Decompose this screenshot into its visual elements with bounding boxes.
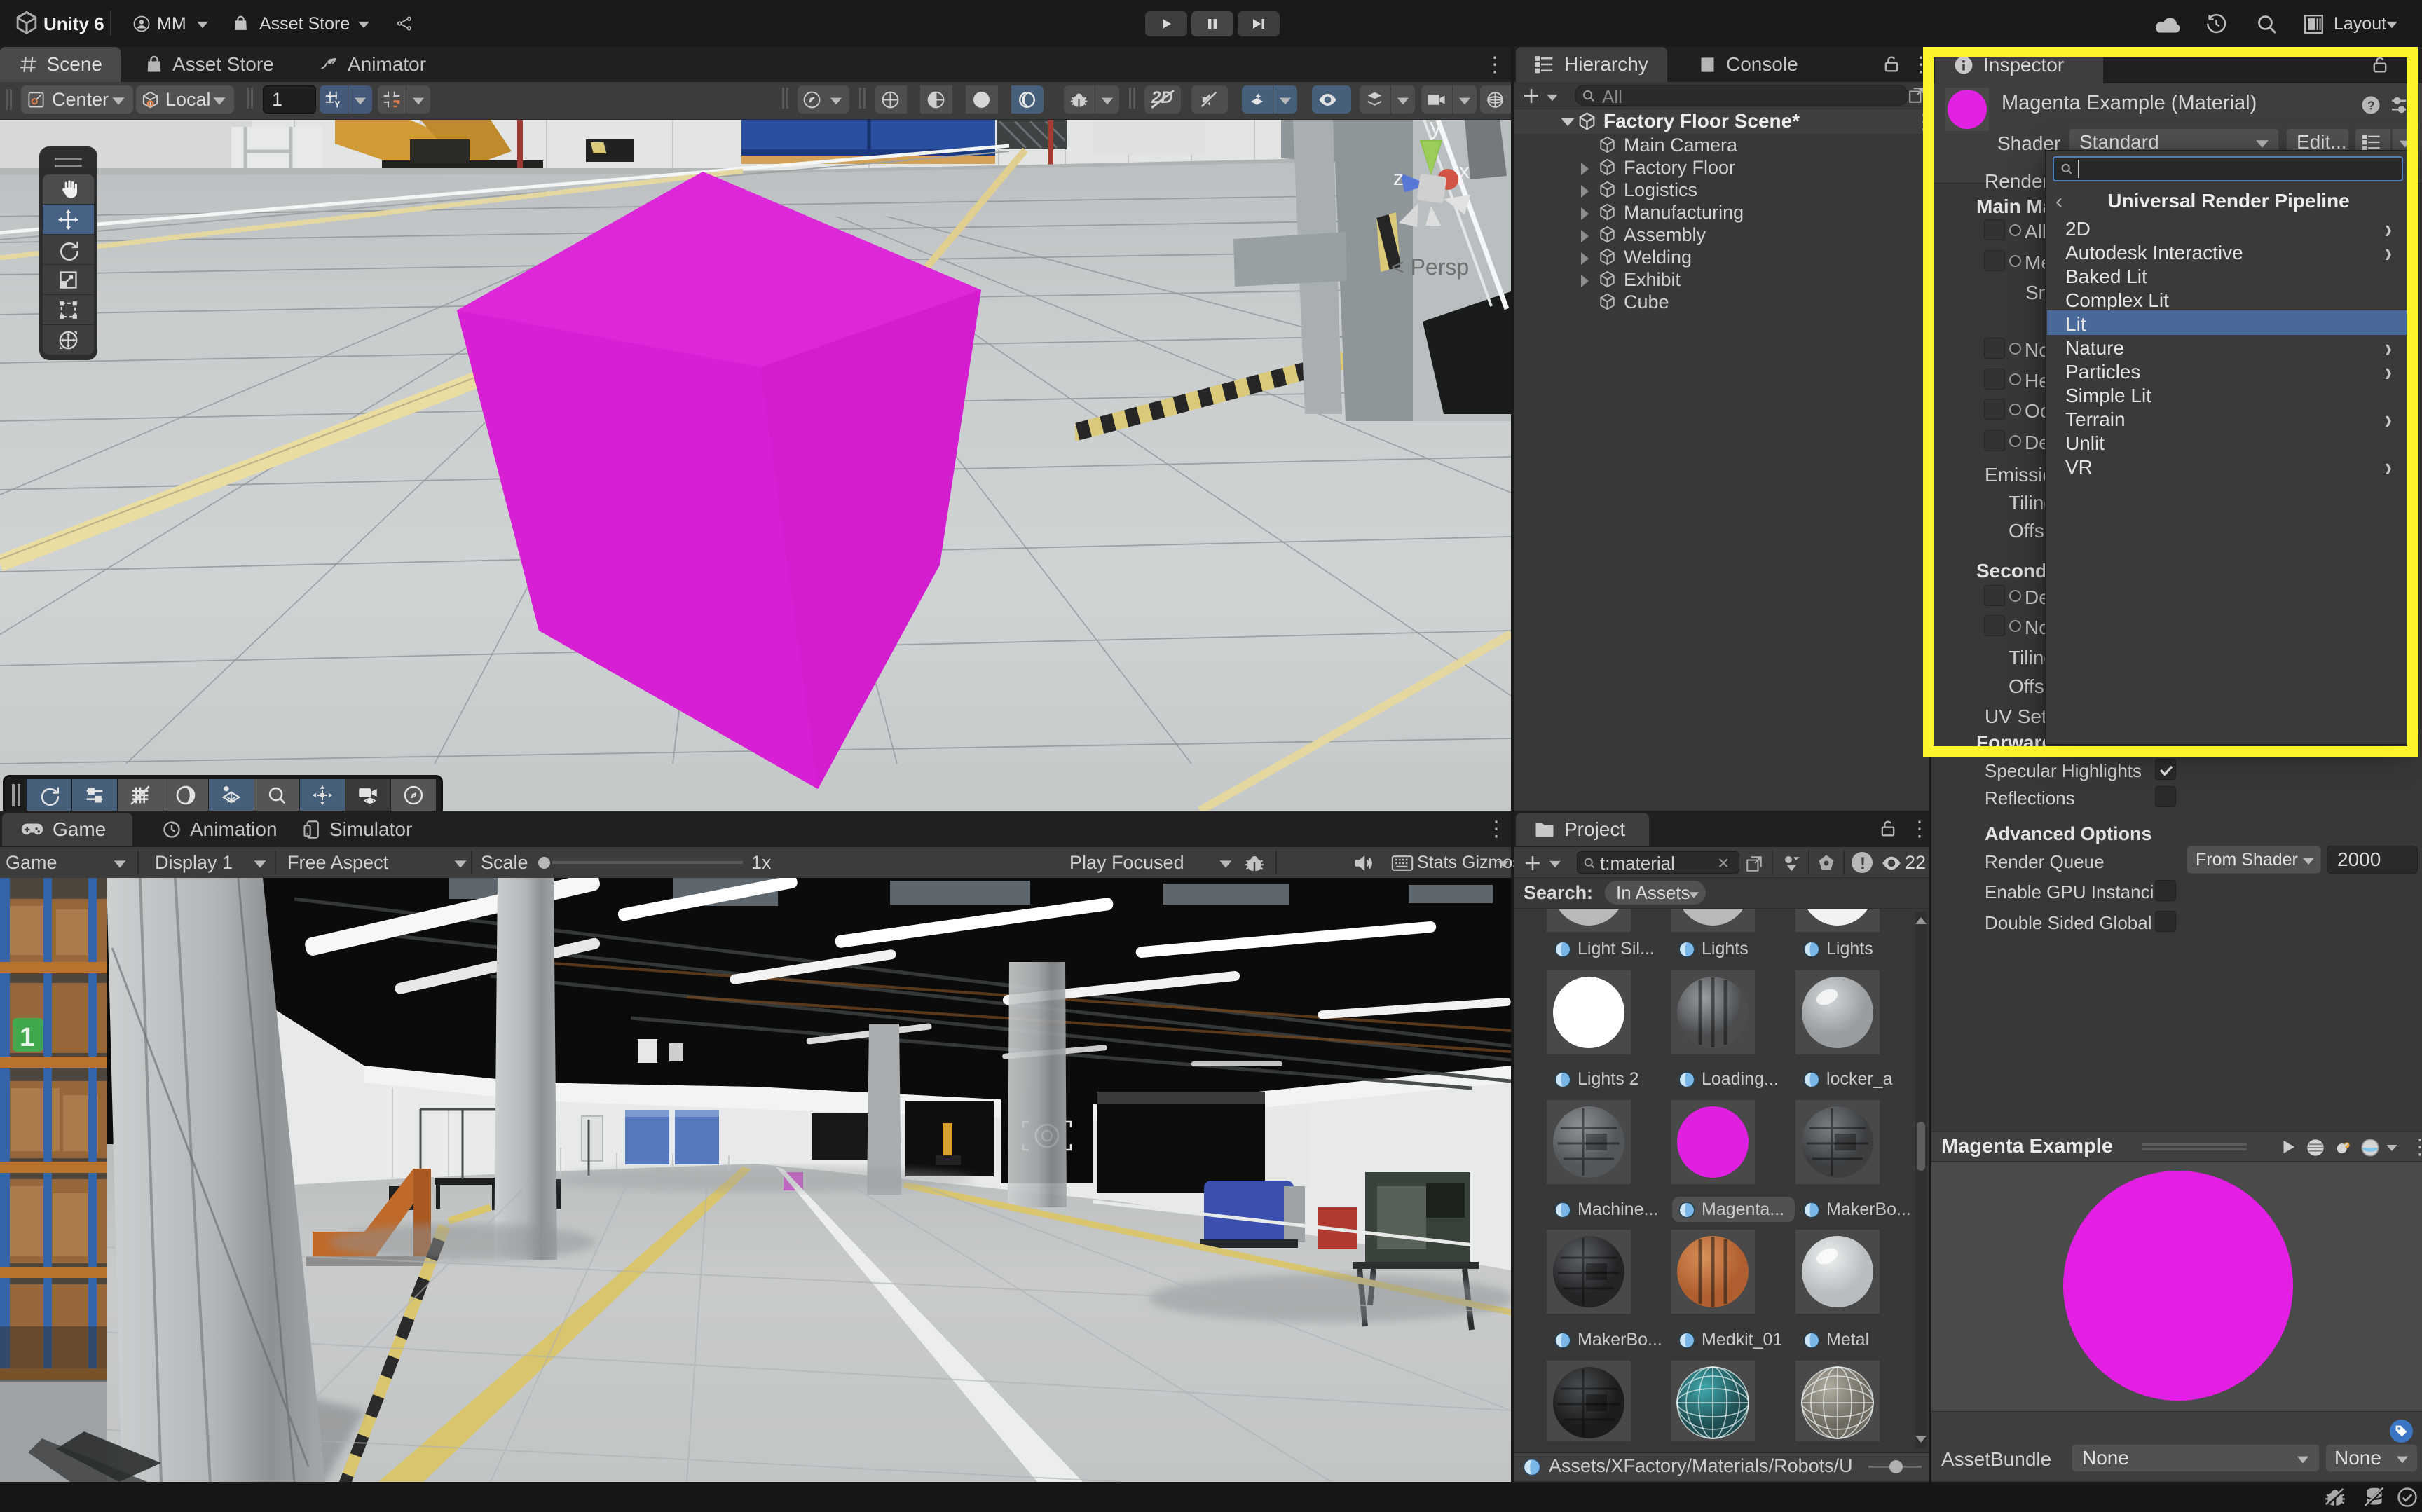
svg-text:< Persp: < Persp [1391,254,1469,280]
svg-text:y: y [1430,120,1442,140]
svg-text:z: z [1393,167,1404,190]
svg-text:1: 1 [20,1023,34,1052]
svg-text:x: x [1459,160,1470,183]
svg-text:Y: Y [334,99,341,109]
